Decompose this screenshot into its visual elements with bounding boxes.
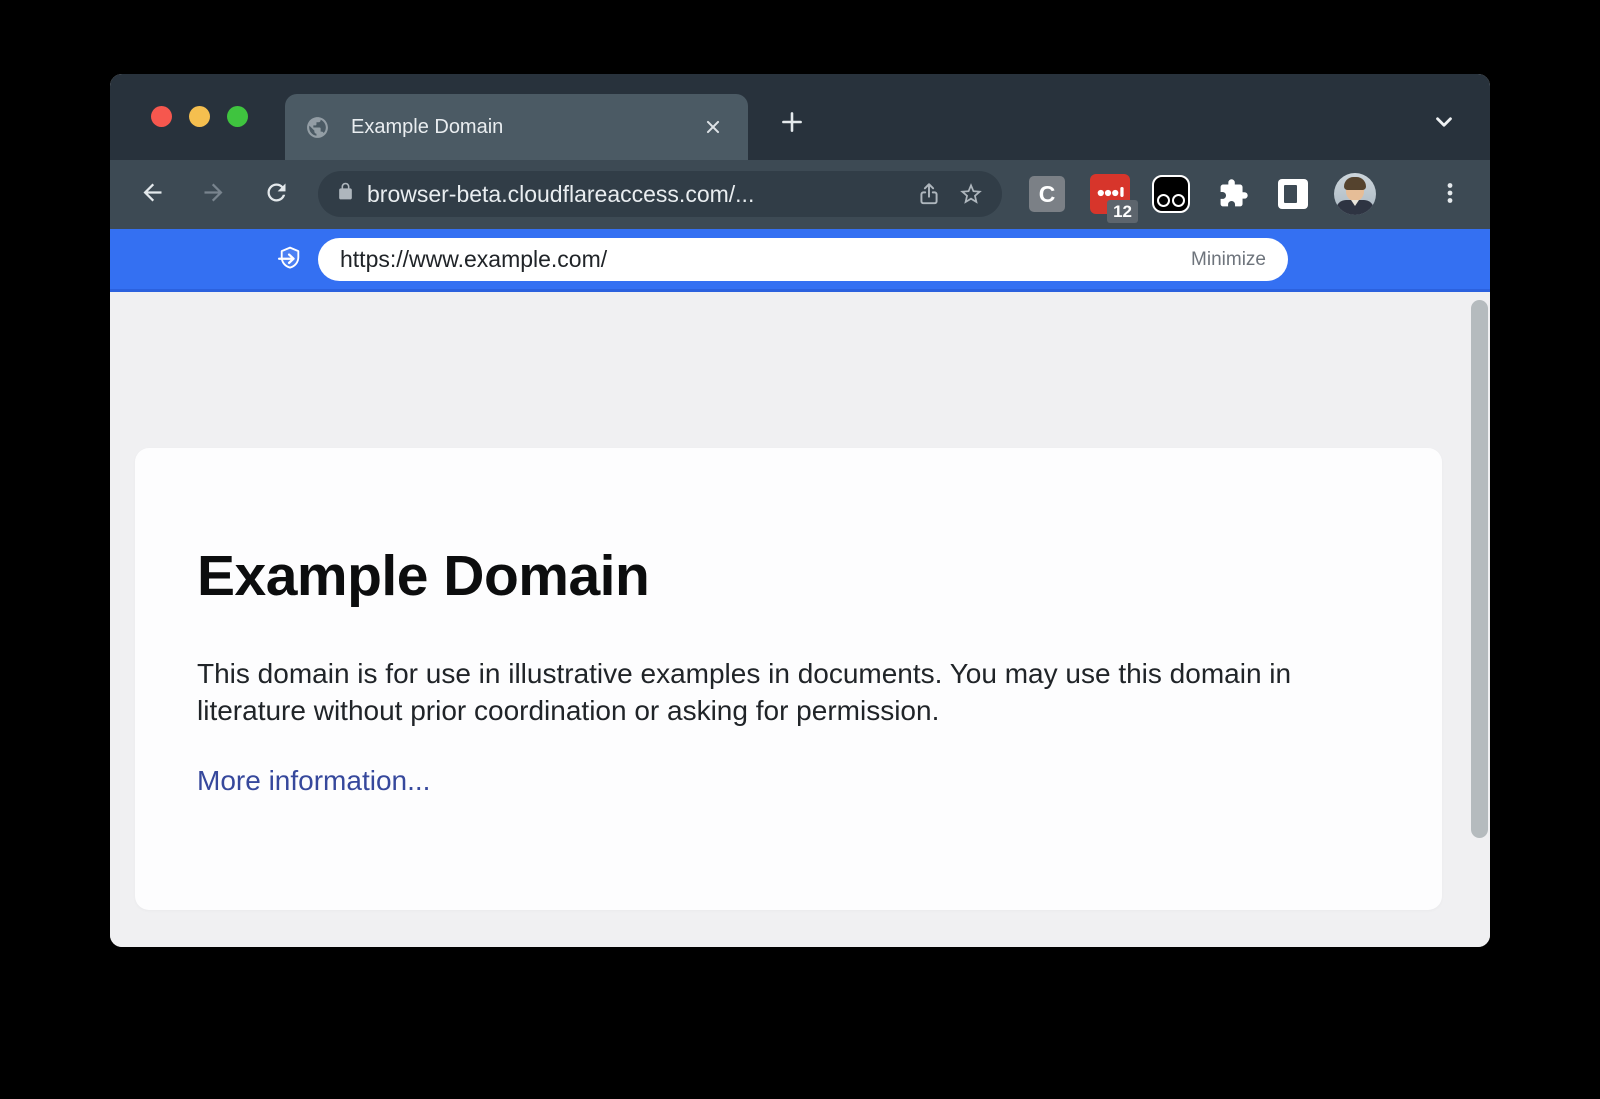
address-bar-url: browser-beta.cloudflareaccess.com/...: [367, 181, 900, 208]
share-icon[interactable]: [916, 181, 942, 207]
isolation-bar: Minimize: [110, 229, 1490, 292]
new-tab-button[interactable]: [774, 105, 810, 141]
puzzle-icon: [1218, 178, 1249, 212]
forward-button[interactable]: [198, 179, 228, 209]
circle-lens-icon: [1172, 194, 1185, 207]
binoculars-extension-button[interactable]: [1152, 175, 1190, 213]
content-card: Example Domain This domain is for use in…: [135, 448, 1442, 910]
back-button[interactable]: [137, 179, 167, 209]
forward-arrow-icon: [200, 179, 227, 209]
page-viewport: Example Domain This domain is for use in…: [110, 292, 1490, 947]
close-icon[interactable]: [698, 112, 728, 142]
reload-icon: [263, 179, 290, 209]
globe-icon: [305, 115, 330, 140]
bookmark-star-icon[interactable]: [958, 181, 984, 207]
extension-c-button[interactable]: C: [1029, 176, 1065, 212]
notification-badge: 12: [1107, 200, 1138, 223]
tab-search-button[interactable]: [1426, 105, 1462, 141]
minimize-window-button[interactable]: [189, 106, 210, 127]
back-arrow-icon: [139, 179, 166, 209]
side-panel-icon: [1284, 185, 1297, 203]
tab-example-domain[interactable]: Example Domain: [285, 94, 748, 160]
avatar-hair: [1344, 177, 1366, 190]
close-window-button[interactable]: [151, 106, 172, 127]
page-paragraph: This domain is for use in illustrative e…: [197, 655, 1352, 729]
vertical-scrollbar-thumb[interactable]: [1471, 300, 1488, 838]
extensions-menu-button[interactable]: [1216, 178, 1250, 212]
remote-url-input[interactable]: [340, 246, 1191, 273]
side-panel-button[interactable]: [1278, 179, 1308, 209]
lock-icon[interactable]: [336, 182, 355, 206]
extension-c-label: C: [1039, 181, 1056, 208]
page-title: Example Domain: [197, 543, 1380, 609]
shield-arrow-icon: [276, 245, 303, 272]
password-manager-extension-button[interactable]: 12: [1090, 174, 1130, 214]
kebab-menu-icon: [1437, 180, 1463, 209]
minimize-button[interactable]: Minimize: [1191, 249, 1266, 271]
profile-avatar[interactable]: [1334, 173, 1376, 215]
reload-button[interactable]: [261, 179, 291, 209]
window-controls: [151, 106, 248, 127]
zoom-window-button[interactable]: [227, 106, 248, 127]
remote-url-pill: Minimize: [318, 238, 1288, 281]
toolbar: browser-beta.cloudflareaccess.com/... C …: [110, 160, 1490, 229]
circle-lens-icon: [1157, 194, 1170, 207]
browser-menu-button[interactable]: [1435, 179, 1465, 209]
address-bar[interactable]: browser-beta.cloudflareaccess.com/...: [318, 171, 1002, 217]
more-information-link[interactable]: More information...: [197, 765, 430, 797]
tab-title: Example Domain: [351, 116, 698, 139]
plus-icon: [778, 108, 806, 139]
tab-strip: Example Domain: [110, 74, 1490, 160]
chevron-down-icon: [1430, 108, 1458, 139]
browser-window: Example Domain: [110, 74, 1490, 947]
